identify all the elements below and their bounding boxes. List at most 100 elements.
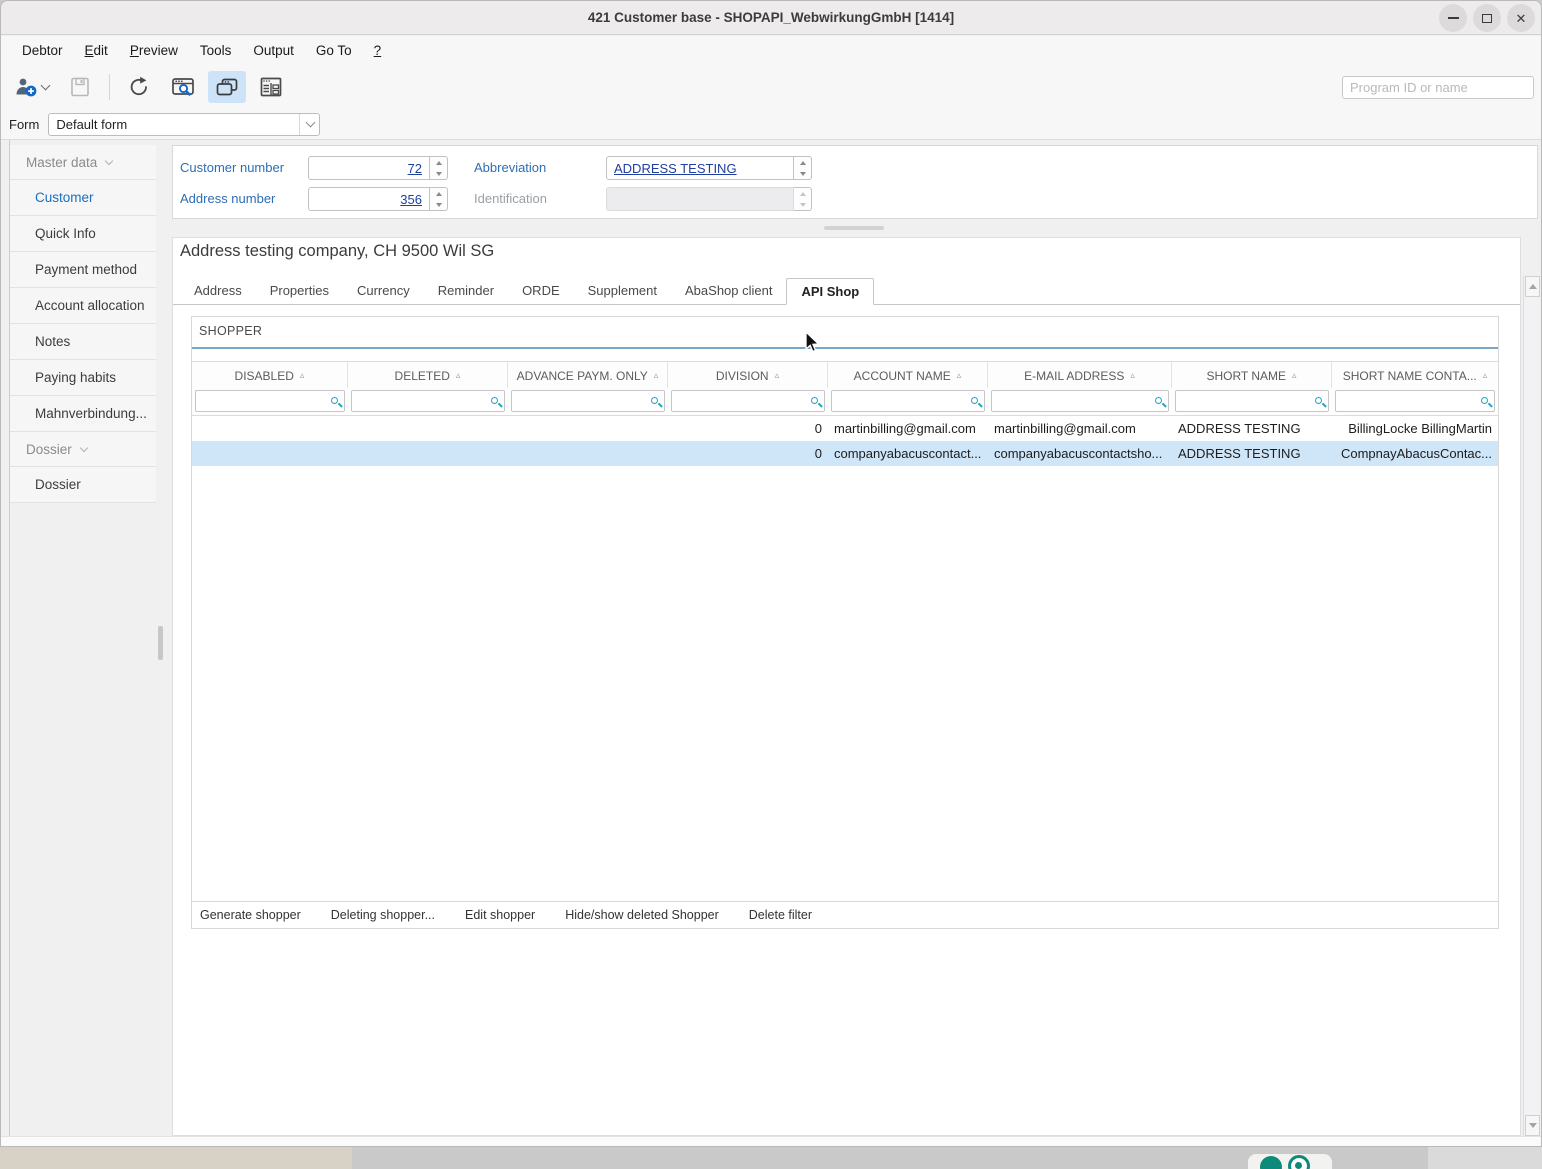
workspace: Master data Customer Quick Info Payment …: [1, 140, 1542, 1147]
abbreviation-input[interactable]: [606, 156, 794, 180]
generate-shopper-button[interactable]: Generate shopper: [200, 908, 301, 922]
cell-short-name: ADDRESS TESTING: [1172, 416, 1332, 441]
menu-goto[interactable]: Go To: [305, 38, 363, 63]
new-customer-button[interactable]: [7, 71, 55, 103]
sidebar-item-account-allocation[interactable]: Account allocation: [10, 288, 156, 324]
filter-input-email-address[interactable]: [991, 390, 1169, 412]
tab-reminder[interactable]: Reminder: [424, 278, 508, 305]
sidebar-group-dossier[interactable]: Dossier: [10, 432, 156, 467]
cell-account-name: martinbilling@gmail.com: [828, 416, 988, 441]
search-icon: [971, 397, 978, 404]
column-header-deleted[interactable]: DELETED▵: [348, 362, 508, 389]
tab-address[interactable]: Address: [180, 278, 256, 305]
column-header-email-address[interactable]: E-MAIL ADDRESS▵: [988, 362, 1172, 389]
search-icon: [1481, 397, 1488, 404]
filter-input-disabled[interactable]: [195, 390, 345, 412]
filter-input-short-name-contact[interactable]: [1335, 390, 1495, 412]
abacus-logo: [1248, 1154, 1332, 1169]
spinner[interactable]: [430, 156, 448, 180]
menu-help[interactable]: ?: [363, 38, 393, 63]
window-search-button[interactable]: [164, 71, 202, 103]
refresh-button[interactable]: [120, 71, 158, 103]
arrow-up-icon: [1529, 284, 1537, 289]
horizontal-splitter[interactable]: [824, 226, 884, 230]
table-row-selected[interactable]: 0 companyabacuscontact... companyabacusc…: [192, 441, 1498, 466]
sidebar-item-notes[interactable]: Notes: [10, 324, 156, 360]
tab-orde[interactable]: ORDE: [508, 278, 574, 305]
tab-supplement[interactable]: Supplement: [574, 278, 671, 305]
deleting-shopper-button[interactable]: Deleting shopper...: [331, 908, 435, 922]
column-header-disabled[interactable]: DISABLED▵: [192, 362, 348, 389]
delete-filter-button[interactable]: Delete filter: [749, 908, 812, 922]
menu-tools[interactable]: Tools: [189, 38, 243, 63]
vertical-scrollbar[interactable]: [1523, 276, 1540, 1136]
tab-api-shop[interactable]: API Shop: [786, 278, 874, 305]
arrow-down-icon: [1529, 1123, 1537, 1128]
search-icon: [1315, 397, 1322, 404]
sidebar-item-payment-method[interactable]: Payment method: [10, 252, 156, 288]
minimize-button[interactable]: [1439, 4, 1467, 32]
content-panel: Address testing company, CH 9500 Wil SG …: [172, 237, 1521, 1136]
sidebar-item-paying-habits[interactable]: Paying habits: [10, 360, 156, 396]
save-button[interactable]: [61, 71, 99, 103]
program-search-input[interactable]: [1342, 76, 1534, 99]
scroll-up-button[interactable]: [1525, 276, 1540, 297]
sidebar: Master data Customer Quick Info Payment …: [10, 145, 156, 503]
filter-input-advance-paym-only[interactable]: [511, 390, 665, 412]
section-underline: [192, 347, 1498, 349]
column-header-advance-paym-only[interactable]: ADVANCE PAYM. ONLY▵: [508, 362, 668, 389]
form-select[interactable]: Default form: [48, 113, 320, 136]
toolbar: [1, 65, 1541, 109]
sort-icon: ▵: [1292, 370, 1297, 381]
filter-input-short-name[interactable]: [1175, 390, 1329, 412]
chevron-down-icon: [306, 117, 316, 127]
sidebar-group-master-data[interactable]: Master data: [10, 145, 156, 180]
menu-edit[interactable]: Edit: [74, 38, 119, 63]
identification-label: Identification: [474, 191, 547, 206]
dropdown-button[interactable]: [299, 114, 319, 135]
tab-abashop-client[interactable]: AbaShop client: [671, 278, 786, 305]
address-number-input[interactable]: [308, 187, 430, 211]
hide-show-deleted-shopper-button[interactable]: Hide/show deleted Shopper: [565, 908, 719, 922]
column-header-account-name[interactable]: ACCOUNT NAME▵: [828, 362, 988, 389]
filter-input-division[interactable]: [671, 390, 825, 412]
tab-properties[interactable]: Properties: [256, 278, 343, 305]
cell-division: 0: [668, 441, 828, 466]
edit-shopper-button[interactable]: Edit shopper: [465, 908, 535, 922]
column-header-division[interactable]: DIVISION▵: [668, 362, 828, 389]
spinner[interactable]: [794, 156, 812, 180]
tab-currency[interactable]: Currency: [343, 278, 424, 305]
spinner[interactable]: [430, 187, 448, 211]
menu-debtor[interactable]: Debtor: [11, 38, 74, 63]
chevron-down-icon: [40, 80, 50, 90]
form-details-button[interactable]: [252, 71, 290, 103]
maximize-button[interactable]: [1473, 4, 1501, 32]
close-button[interactable]: ✕: [1507, 4, 1535, 32]
identification-field: [606, 187, 812, 211]
customer-fields-panel: Customer number Abbreviation Address num…: [172, 145, 1538, 219]
sort-icon: ▵: [1483, 370, 1488, 381]
scroll-down-button[interactable]: [1525, 1115, 1540, 1136]
sidebar-item-customer[interactable]: Customer: [10, 180, 156, 216]
customer-number-label: Customer number: [180, 160, 284, 175]
windows-view-button[interactable]: [208, 71, 246, 103]
sidebar-item-dossier[interactable]: Dossier: [10, 467, 156, 503]
sort-icon: ▵: [775, 370, 780, 381]
customer-number-input[interactable]: [308, 156, 430, 180]
record-title: Address testing company, CH 9500 Wil SG: [180, 242, 494, 261]
sort-icon: ▵: [456, 370, 461, 381]
filter-input-deleted[interactable]: [351, 390, 505, 412]
menu-output[interactable]: Output: [242, 38, 305, 63]
sidebar-item-quick-info[interactable]: Quick Info: [10, 216, 156, 252]
logo-circle-icon: [1260, 1156, 1282, 1169]
menu-preview[interactable]: Preview: [119, 38, 189, 63]
sidebar-item-mahnverbindung[interactable]: Mahnverbindung...: [10, 396, 156, 432]
column-header-short-name[interactable]: SHORT NAME▵: [1172, 362, 1332, 389]
table-row[interactable]: 0 martinbilling@gmail.com martinbilling@…: [192, 416, 1498, 441]
search-icon: [491, 397, 498, 404]
vertical-splitter[interactable]: [158, 626, 163, 660]
cell-short-name-contact: CompnayAbacusContac...: [1332, 441, 1498, 466]
app-window: 421 Customer base - SHOPAPI_WebwirkungGm…: [0, 0, 1542, 1147]
filter-input-account-name[interactable]: [831, 390, 985, 412]
column-header-short-name-contact[interactable]: SHORT NAME CONTA...▵: [1332, 362, 1498, 389]
